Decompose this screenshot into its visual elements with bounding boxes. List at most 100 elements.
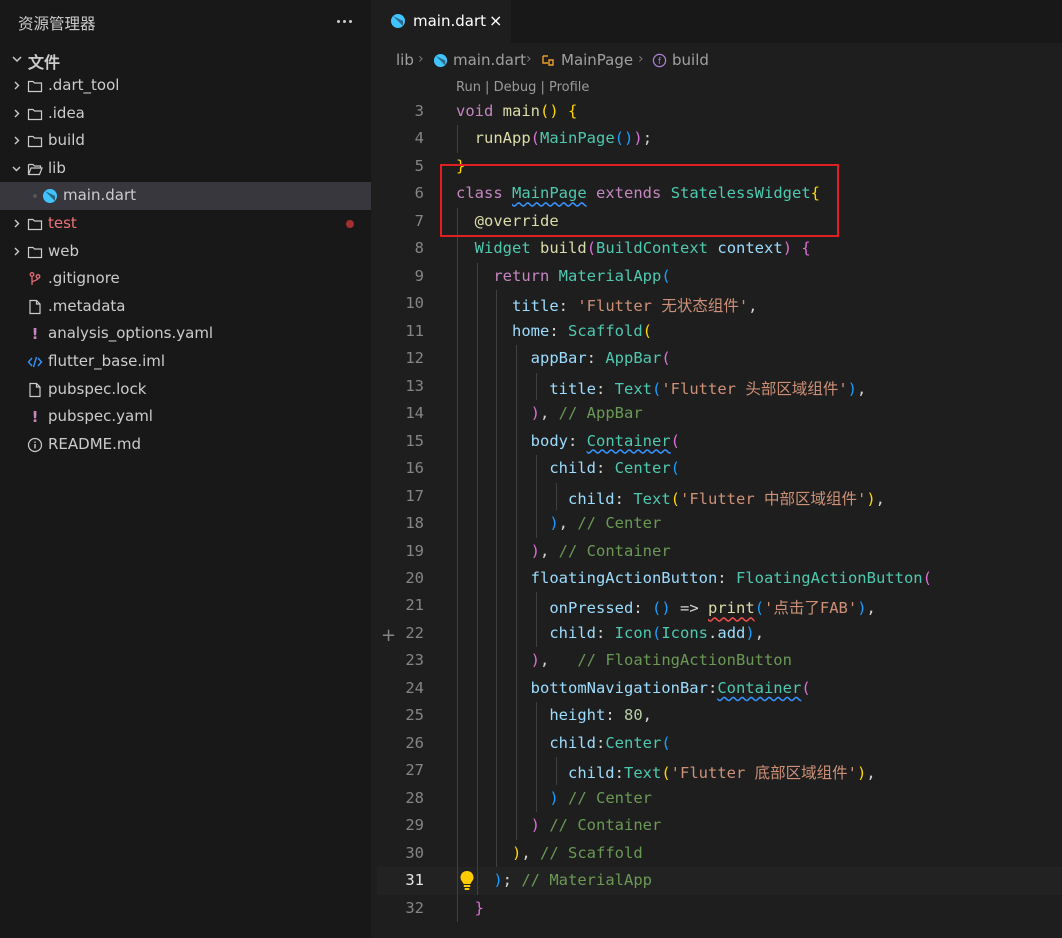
yaml-file-icon: ! — [31, 325, 39, 344]
line-number: 30 — [405, 843, 424, 862]
more-actions-icon[interactable] — [332, 9, 356, 33]
tree-item[interactable]: web — [0, 238, 371, 266]
code-line[interactable]: 19 ), // Container — [377, 537, 1062, 565]
breadcrumb-class[interactable]: MainPage — [561, 51, 633, 69]
chevron-right-icon — [14, 109, 20, 118]
code-line[interactable]: 21 onPressed: () => print('点击了FAB'), — [377, 592, 1062, 620]
code-line[interactable]: 16 child: Center( — [377, 455, 1062, 483]
code-line[interactable]: 30 ), // Scaffold — [377, 839, 1062, 868]
chevron-down-icon — [12, 166, 21, 172]
tree-item[interactable]: ! analysis_options.yaml — [0, 320, 371, 348]
code-line[interactable]: 13 title: Text('Flutter 头部区域组件'), — [377, 372, 1062, 401]
tree-item-label: lib — [48, 158, 66, 177]
line-number: 29 — [405, 816, 424, 835]
code-text: child:Text('Flutter 底部区域组件'), — [567, 764, 876, 783]
code-line[interactable]: 18 ), // Center — [377, 510, 1062, 538]
tree-item[interactable]: .idea — [0, 100, 371, 128]
line-number: 5 — [414, 156, 424, 175]
chevron-right-icon: › — [418, 51, 424, 67]
error-badge — [346, 219, 354, 228]
code-line[interactable]: 4 runApp(MainPage()); — [377, 125, 1062, 153]
tree-item[interactable]: flutter_base.iml — [0, 348, 371, 376]
method-symbol-icon: f — [652, 53, 667, 68]
code-line[interactable]: 32 } — [377, 894, 1062, 923]
yaml-file-icon: ! — [31, 408, 39, 427]
info-icon — [27, 437, 43, 453]
annotation-highlight-box — [440, 164, 839, 237]
code-text: child: Center( — [549, 459, 681, 478]
line-number: 3 — [414, 102, 424, 120]
code-line[interactable]: 9 return MaterialApp( — [377, 262, 1062, 291]
tree-item[interactable]: build — [0, 127, 371, 155]
code-text: ), // FloatingActionButton — [530, 651, 792, 670]
chevron-right-icon — [14, 247, 20, 256]
file-icon — [27, 299, 43, 315]
code-text: ) // Container — [530, 816, 662, 835]
code-line[interactable]: 11 home: Scaffold( — [377, 317, 1062, 346]
line-number: 32 — [405, 898, 424, 917]
line-number: 13 — [405, 376, 424, 395]
chevron-right-icon — [14, 136, 20, 145]
code-line[interactable]: 27 child:Text('Flutter 底部区域组件'), — [377, 757, 1062, 785]
tree-item[interactable]: .gitignore — [0, 265, 371, 293]
lightbulb-icon[interactable] — [459, 870, 475, 892]
breadcrumb-method[interactable]: build — [672, 51, 709, 69]
breadcrumb-file[interactable]: main.dart — [453, 51, 526, 69]
add-icon[interactable]: + — [381, 625, 396, 646]
code-text: body: Container( — [530, 431, 680, 450]
tree-item[interactable]: README.md — [0, 431, 371, 459]
code-line[interactable]: 29 ) // Container — [377, 812, 1062, 840]
code-line[interactable]: 23 ), // FloatingActionButton — [377, 647, 1062, 675]
code-line[interactable]: 15 body: Container( — [377, 427, 1062, 456]
git-icon — [27, 271, 43, 287]
code-text: height: 80, — [549, 706, 653, 725]
tree-item[interactable]: .metadata — [0, 293, 371, 321]
folder-icon — [27, 133, 43, 149]
code-line[interactable]: 24 bottomNavigationBar:Container( — [377, 674, 1062, 703]
tree-item[interactable]: pubspec.lock — [0, 376, 371, 404]
line-number: 21 — [405, 596, 424, 615]
line-number: 27 — [405, 761, 424, 780]
folder-icon — [27, 216, 43, 232]
code-line[interactable]: 22 child: Icon(Icons.add), — [377, 619, 1062, 648]
code-line[interactable]: 8 Widget build(BuildContext context) { — [377, 235, 1062, 263]
code-line[interactable]: 3 void main() { — [377, 98, 1062, 125]
code-text: onPressed: () => print('点击了FAB'), — [549, 599, 876, 618]
code-line[interactable]: 14 ), // AppBar — [377, 400, 1062, 428]
tree-item[interactable]: ! pubspec.yaml — [0, 403, 371, 431]
close-icon[interactable]: × — [489, 11, 502, 30]
tree-item[interactable]: main.dart — [0, 182, 371, 210]
code-text: ), // Center — [549, 514, 662, 533]
code-line[interactable]: 10 title: 'Flutter 无状态组件', — [377, 290, 1062, 318]
tree-item[interactable]: test — [0, 210, 371, 238]
tree-item[interactable]: .dart_tool — [0, 72, 371, 100]
line-number: 18 — [405, 514, 424, 533]
tree-item-label: pubspec.yaml — [48, 407, 153, 426]
folder-icon — [27, 78, 43, 94]
tree-item-label: pubspec.lock — [48, 379, 147, 398]
code-line[interactable]: 28 ) // Center — [377, 784, 1062, 813]
tree-item-label: build — [48, 131, 85, 150]
tab-label: main.dart — [413, 12, 487, 30]
code-line[interactable]: 31 ); // MaterialApp — [377, 867, 1062, 895]
svg-text:f: f — [658, 56, 662, 66]
files-section-header[interactable]: 文件 — [0, 46, 371, 72]
line-number: 9 — [414, 266, 424, 285]
breadcrumb-lib[interactable]: lib — [396, 51, 414, 69]
code-line[interactable]: 25 height: 80, — [377, 702, 1062, 730]
tree-item-label: .idea — [48, 103, 85, 122]
tab-main-dart[interactable]: main.dart × — [377, 0, 511, 43]
explorer-sidebar: 资源管理器 文件 .dart_tool .idea build lib main.dar… — [0, 0, 371, 938]
code-line[interactable]: 12 appBar: AppBar( — [377, 345, 1062, 373]
code-text: return MaterialApp( — [493, 266, 671, 285]
chevron-right-icon: › — [638, 51, 644, 67]
code-line[interactable]: 17 child: Text('Flutter 中部区域组件'), — [377, 482, 1062, 511]
codelens-run-debug[interactable]: Run | Debug | Profile — [456, 80, 589, 95]
folder-icon — [27, 244, 43, 260]
code-text: void main() { — [456, 102, 578, 120]
code-text: child: Text('Flutter 中部区域组件'), — [567, 489, 886, 508]
tree-item[interactable]: lib — [0, 155, 371, 183]
file-tree: .dart_tool .idea build lib main.dart test web.… — [0, 72, 371, 458]
code-line[interactable]: 20 floatingActionButton: FloatingActionB… — [377, 564, 1062, 593]
code-line[interactable]: 26 child:Center( — [377, 729, 1062, 758]
